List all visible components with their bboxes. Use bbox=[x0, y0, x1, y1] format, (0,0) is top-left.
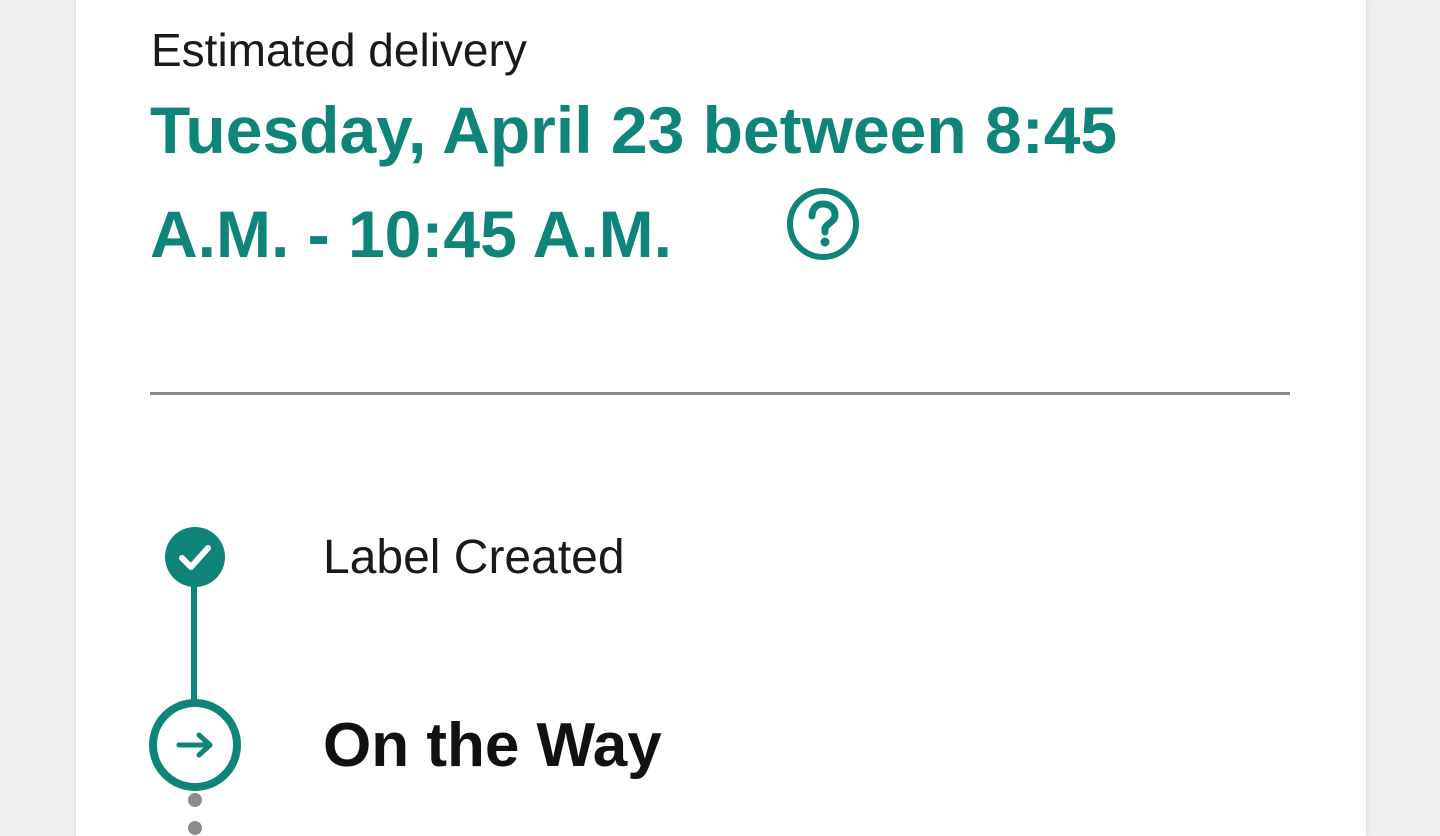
timeline-step-label-created: Label Created bbox=[323, 531, 625, 584]
timeline-connector bbox=[191, 584, 197, 700]
check-circle-icon bbox=[164, 526, 226, 588]
timeline-dot bbox=[188, 793, 202, 807]
tracking-card: Estimated delivery Tuesday, April 23 bet… bbox=[76, 0, 1366, 836]
estimated-delivery-label: Estimated delivery bbox=[151, 24, 527, 76]
question-circle-icon[interactable] bbox=[785, 186, 861, 262]
timeline-step-on-the-way: On the Way bbox=[323, 711, 662, 780]
divider bbox=[150, 392, 1290, 395]
delivery-window-line2: A.M. - 10:45 A.M. bbox=[150, 197, 672, 271]
arrow-right-circle-icon bbox=[147, 697, 243, 793]
timeline-dot bbox=[188, 821, 202, 835]
delivery-window-line1: Tuesday, April 23 between 8:45 bbox=[150, 93, 1118, 167]
